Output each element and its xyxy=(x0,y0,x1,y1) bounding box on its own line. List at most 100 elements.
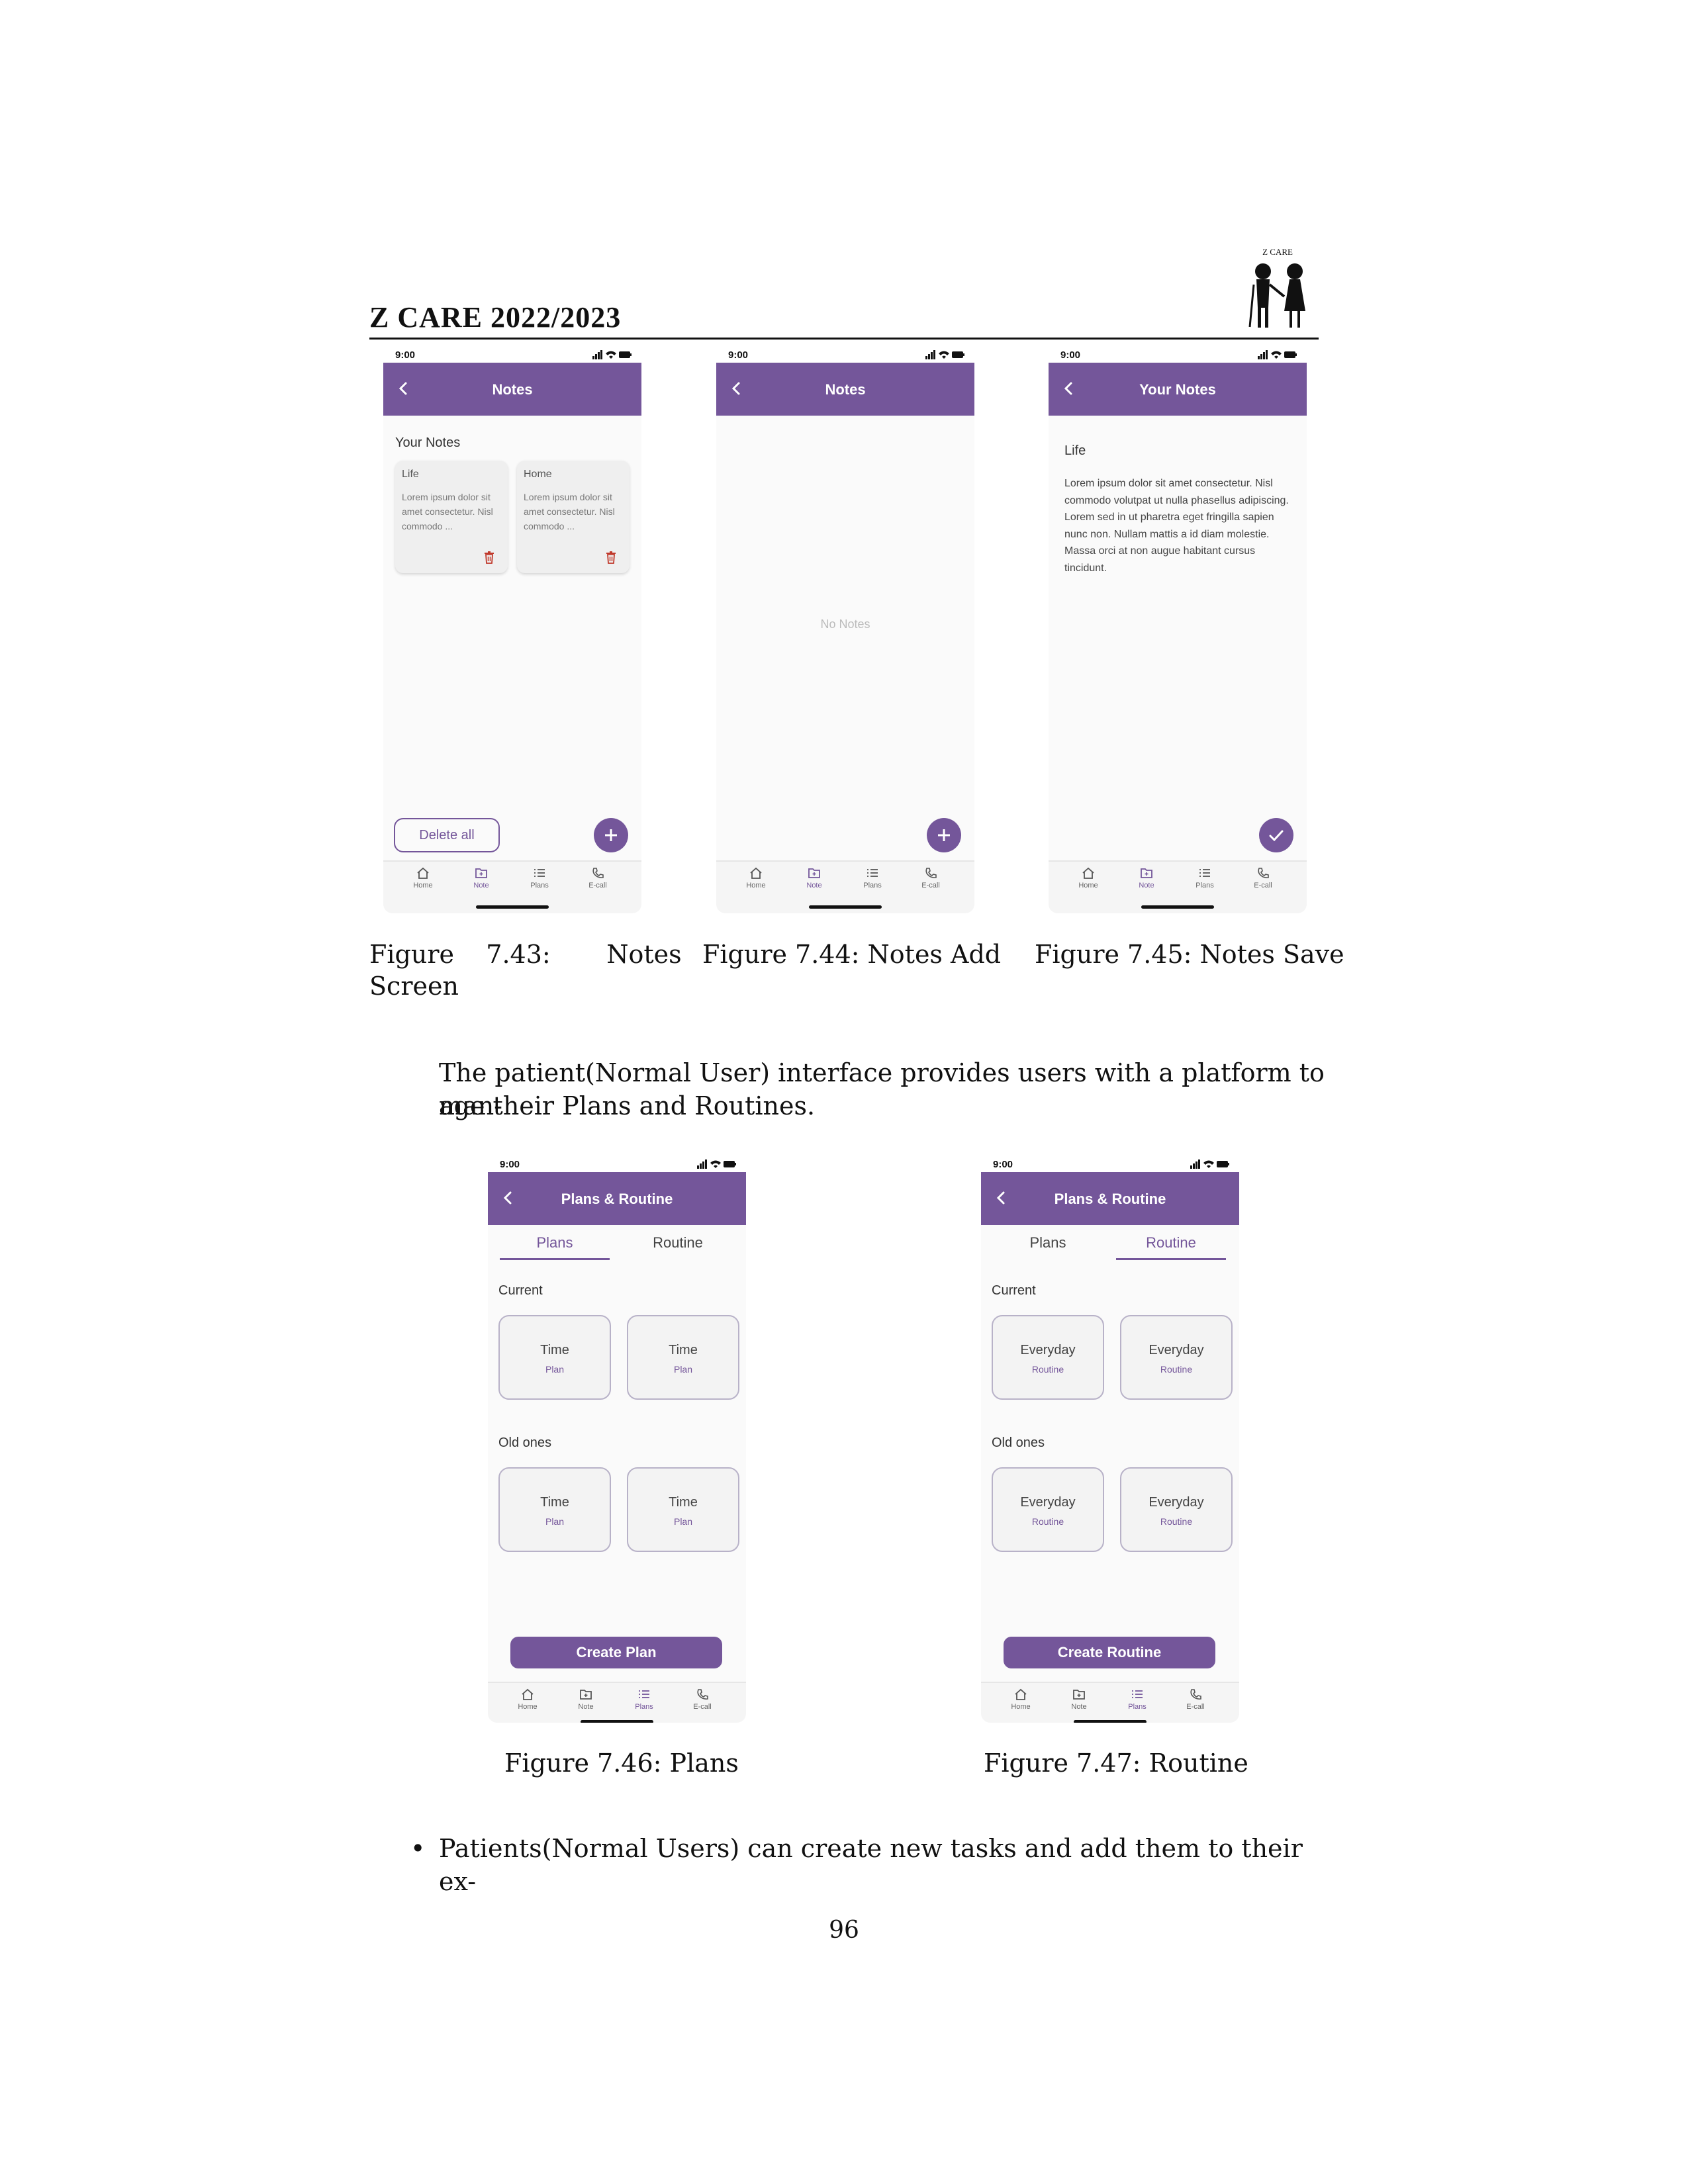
nav-plans[interactable]: Plans xyxy=(1117,1688,1157,1711)
bullet-text: Patients(Normal Users) can create new ta… xyxy=(439,1834,1303,1896)
create-routine-button[interactable]: Create Routine xyxy=(1004,1637,1215,1668)
plan-card[interactable]: Time Plan xyxy=(627,1315,739,1400)
routine-card[interactable]: Everyday Routine xyxy=(992,1315,1104,1400)
bottom-nav: Home Note Plans E-call xyxy=(383,860,641,913)
nav-ecall[interactable]: E-call xyxy=(1243,867,1283,889)
nav-label: E-call xyxy=(921,882,940,889)
tab-plans[interactable]: Plans xyxy=(992,1234,1104,1251)
nav-note[interactable]: Note xyxy=(461,867,501,889)
nav-plans[interactable]: Plans xyxy=(520,867,559,889)
header-rule xyxy=(369,338,1319,340)
phone-icon xyxy=(592,868,604,878)
add-note-button[interactable] xyxy=(927,818,961,852)
plan-card[interactable]: Time Plan xyxy=(498,1467,611,1552)
page-header-title: Z CARE 2022/2023 xyxy=(369,301,622,334)
app-bar-title: Plans & Routine xyxy=(561,1191,673,1207)
nav-ecall[interactable]: E-call xyxy=(682,1688,722,1711)
status-time: 9:00 xyxy=(993,1159,1013,1170)
routine-card[interactable]: Everyday Routine xyxy=(1120,1467,1233,1552)
nav-note[interactable]: Note xyxy=(1059,1688,1099,1711)
delete-all-button[interactable]: Delete all xyxy=(394,818,500,852)
card-subtitle: Routine xyxy=(1160,1516,1193,1527)
nav-home[interactable]: Home xyxy=(1068,867,1108,889)
figure-caption-7-47: Figure 7.47: Routine xyxy=(984,1749,1248,1778)
nav-home[interactable]: Home xyxy=(736,867,776,889)
note-card[interactable]: Home Lorem ipsum dolor sit amet consecte… xyxy=(517,461,630,573)
nav-ecall[interactable]: E-call xyxy=(1176,1688,1215,1711)
app-bar: Notes xyxy=(383,363,641,416)
note-title[interactable]: Life xyxy=(1064,443,1086,459)
phone-notes-save-screen: 9:00 Your Notes Life Lorem ipsum dolor s… xyxy=(1049,347,1307,913)
status-bar: 9:00 xyxy=(716,347,974,363)
nav-label: Home xyxy=(518,1703,538,1711)
app-bar-title: Plans & Routine xyxy=(1054,1191,1166,1207)
nav-plans[interactable]: Plans xyxy=(1185,867,1225,889)
create-plan-button[interactable]: Create Plan xyxy=(510,1637,722,1668)
system-status-icons xyxy=(592,350,632,359)
nav-ecall[interactable]: E-call xyxy=(911,867,951,889)
tab-routine[interactable]: Routine xyxy=(622,1234,734,1251)
note-body[interactable]: Lorem ipsum dolor sit amet consectetur. … xyxy=(1064,475,1289,576)
list-icon xyxy=(639,1690,649,1698)
note-title: Home xyxy=(524,469,552,480)
nav-label: Plans xyxy=(863,882,882,889)
tab-routine[interactable]: Routine xyxy=(1115,1234,1227,1251)
routine-card[interactable]: Everyday Routine xyxy=(992,1467,1104,1552)
card-subtitle: Plan xyxy=(545,1364,565,1375)
list-icon xyxy=(867,869,878,877)
card-title: Everyday xyxy=(1149,1343,1204,1357)
add-note-button[interactable] xyxy=(594,818,628,852)
nav-home[interactable]: Home xyxy=(1001,1688,1041,1711)
note-preview: Lorem ipsum dolor sit amet consectetur. … xyxy=(402,492,493,531)
trash-icon[interactable] xyxy=(606,551,616,564)
nav-label: Home xyxy=(1078,882,1098,889)
plan-card[interactable]: Time Plan xyxy=(498,1315,611,1400)
home-indicator xyxy=(581,1720,653,1723)
home-indicator xyxy=(1141,905,1214,909)
tab-plans[interactable]: Plans xyxy=(498,1234,611,1251)
routine-card[interactable]: Everyday Routine xyxy=(1120,1315,1233,1400)
phone-notes-add-screen: 9:00 Notes No Notes Home Note Plans E-ca… xyxy=(716,347,974,913)
nav-label: Note xyxy=(1139,882,1154,889)
save-check-button[interactable] xyxy=(1259,818,1293,852)
nav-plans[interactable]: Plans xyxy=(853,867,892,889)
nav-note[interactable]: Note xyxy=(566,1688,606,1711)
card-subtitle: Routine xyxy=(1160,1364,1193,1375)
nav-home[interactable]: Home xyxy=(403,867,443,889)
note-title: Life xyxy=(402,469,419,480)
paragraph-line-2: age their Plans and Routines. xyxy=(439,1091,816,1120)
app-bar-title: Your Notes xyxy=(1139,381,1216,398)
trash-icon[interactable] xyxy=(484,551,494,564)
plan-card[interactable]: Time Plan xyxy=(627,1467,739,1552)
card-title: Time xyxy=(669,1343,698,1357)
status-bar: 9:00 xyxy=(383,347,641,363)
bottom-nav: Home Note Plans E-call xyxy=(488,1682,746,1723)
note-folder-icon xyxy=(808,868,820,878)
app-bar-title: Notes xyxy=(492,381,533,398)
tab-bar: Plans Routine xyxy=(488,1225,746,1265)
nav-label: Note xyxy=(1071,1703,1087,1711)
nav-home[interactable]: Home xyxy=(508,1688,547,1711)
app-bar: Notes xyxy=(716,363,974,416)
old-ones-label: Old ones xyxy=(992,1435,1045,1450)
home-icon xyxy=(417,867,429,879)
phone-icon xyxy=(1258,868,1269,878)
card-title: Time xyxy=(540,1495,569,1510)
nav-note[interactable]: Note xyxy=(794,867,834,889)
note-card[interactable]: Life Lorem ipsum dolor sit amet consecte… xyxy=(395,461,508,573)
system-status-icons xyxy=(925,350,964,359)
bottom-nav: Home Note Plans E-call xyxy=(1049,860,1307,913)
system-status-icons xyxy=(697,1160,736,1169)
home-indicator xyxy=(1074,1720,1147,1723)
card-title: Everyday xyxy=(1020,1343,1076,1357)
status-bar: 9:00 xyxy=(1049,347,1307,363)
nav-ecall[interactable]: E-call xyxy=(578,867,618,889)
nav-label: Note xyxy=(578,1703,594,1711)
list-icon xyxy=(534,869,545,877)
phone-icon xyxy=(1190,1689,1201,1700)
card-subtitle: Plan xyxy=(673,1516,693,1527)
nav-plans[interactable]: Plans xyxy=(624,1688,664,1711)
app-bar: Plans & Routine xyxy=(981,1172,1239,1225)
nav-note[interactable]: Note xyxy=(1127,867,1166,889)
home-indicator xyxy=(809,905,882,909)
